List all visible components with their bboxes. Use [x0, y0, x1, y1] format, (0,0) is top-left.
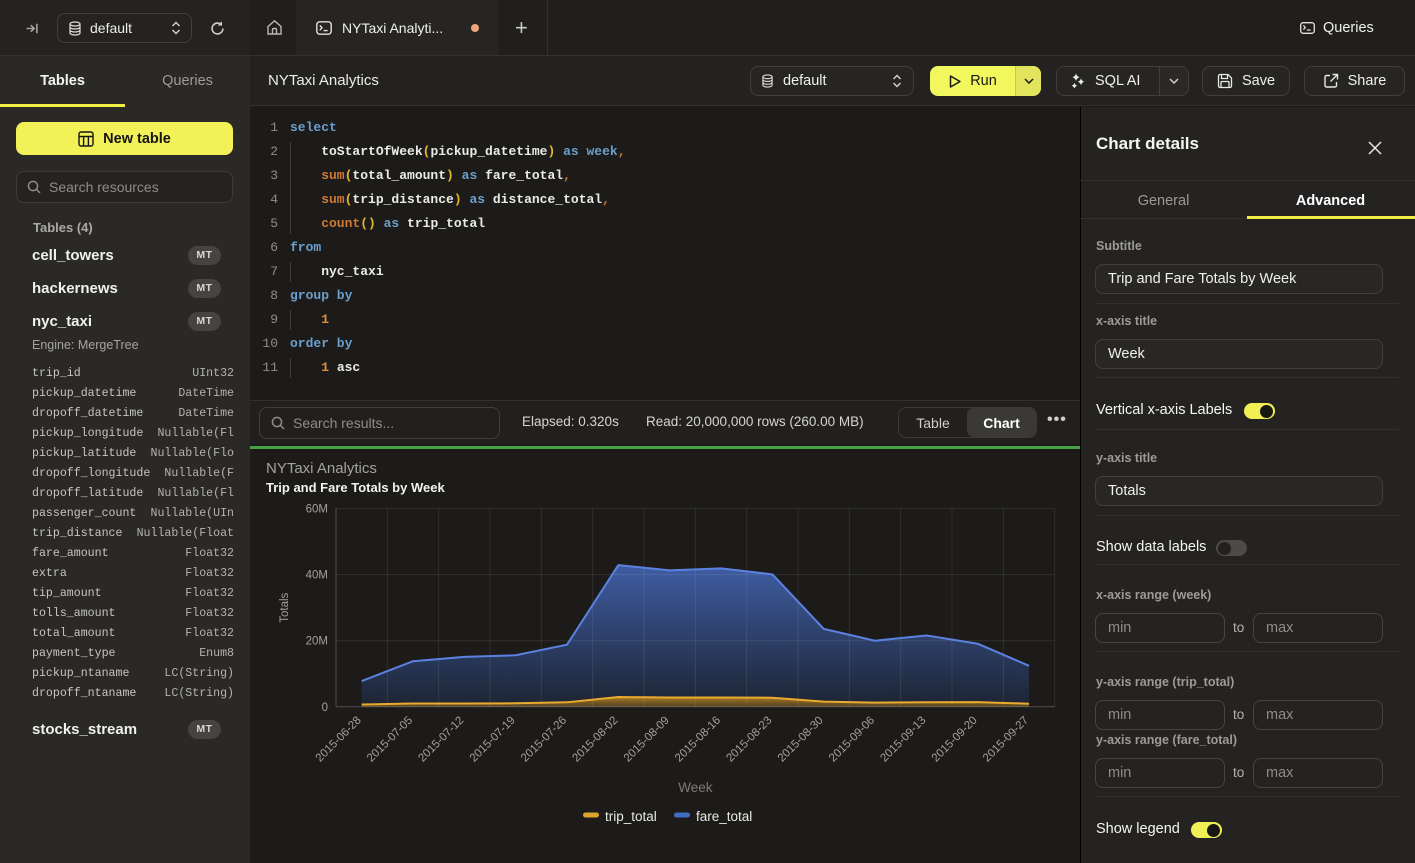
- svg-text:2015-07-12: 2015-07-12: [416, 714, 466, 764]
- svg-text:2015-07-05: 2015-07-05: [365, 714, 415, 764]
- svg-text:trip_total: trip_total: [605, 809, 657, 824]
- svg-text:20M: 20M: [306, 636, 328, 648]
- svg-text:2015-08-02: 2015-08-02: [570, 714, 620, 764]
- svg-text:2015-08-30: 2015-08-30: [776, 714, 826, 764]
- svg-text:2015-08-23: 2015-08-23: [724, 714, 774, 764]
- svg-text:Totals: Totals: [279, 592, 291, 622]
- svg-text:0: 0: [322, 702, 328, 714]
- svg-text:2015-08-09: 2015-08-09: [622, 714, 672, 764]
- svg-text:60M: 60M: [306, 504, 328, 516]
- svg-text:2015-07-19: 2015-07-19: [468, 714, 518, 764]
- svg-text:2015-09-27: 2015-09-27: [981, 714, 1031, 764]
- svg-text:Week: Week: [678, 780, 713, 795]
- svg-text:2015-07-26: 2015-07-26: [519, 714, 569, 764]
- svg-text:40M: 40M: [306, 570, 328, 582]
- svg-text:2015-09-06: 2015-09-06: [827, 714, 877, 764]
- svg-text:2015-08-16: 2015-08-16: [673, 714, 723, 764]
- svg-text:2015-09-13: 2015-09-13: [878, 714, 928, 764]
- svg-text:fare_total: fare_total: [696, 809, 752, 824]
- svg-text:2015-06-28: 2015-06-28: [314, 714, 364, 764]
- svg-text:2015-09-20: 2015-09-20: [930, 714, 980, 764]
